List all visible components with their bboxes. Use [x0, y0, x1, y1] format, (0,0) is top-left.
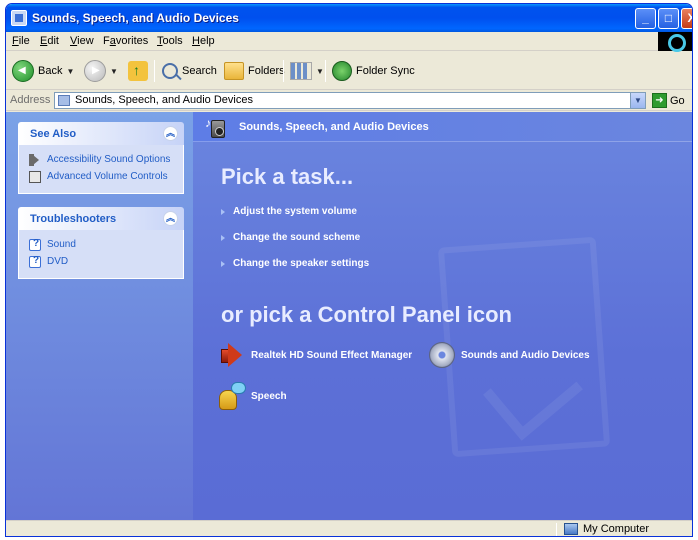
menu-view[interactable]: View — [70, 35, 94, 47]
views-icon — [290, 62, 312, 80]
icon-realtek-hd-sound[interactable]: Realtek HD Sound Effect Manager — [219, 342, 412, 368]
toolbar-separator — [325, 60, 326, 82]
help-icon — [29, 238, 41, 251]
toolbar: Back ▼ ▼ Search Folders ▼ Folder Sync — [6, 52, 692, 90]
volume-control-icon — [29, 170, 41, 183]
address-dropdown-icon[interactable]: ▼ — [630, 93, 645, 108]
forward-button[interactable]: ▼ — [84, 59, 118, 83]
search-button[interactable]: Search — [162, 59, 217, 83]
menu-help[interactable]: Help — [192, 35, 215, 47]
category-header: ♪ Sounds, Speech, and Audio Devices — [193, 112, 692, 142]
folder-sync-label: Folder Sync — [356, 65, 415, 77]
speaker-box-icon — [211, 120, 225, 138]
see-also-panel: See Also ︽ Accessibility Sound Options A… — [18, 122, 184, 194]
category-title: Sounds, Speech, and Audio Devices — [239, 121, 429, 133]
address-input[interactable]: Sounds, Speech, and Audio Devices ▼ — [54, 92, 646, 109]
menu-favorites[interactable]: Favorites — [103, 35, 148, 47]
collapse-chevron-icon[interactable]: ︽ — [163, 211, 178, 226]
task-arrow-icon — [221, 234, 225, 241]
toolbar-separator — [154, 60, 155, 82]
go-label: Go — [670, 94, 685, 107]
my-computer-icon — [564, 523, 578, 535]
folder-sync-button[interactable]: Folder Sync — [332, 59, 415, 83]
content-area: See Also ︽ Accessibility Sound Options A… — [6, 112, 692, 520]
windows-logo-icon — [658, 32, 692, 52]
minimize-button[interactable]: _ — [635, 8, 656, 29]
go-button[interactable]: ➜ Go — [652, 93, 685, 108]
control-panel-icon — [11, 10, 27, 26]
address-label: Address — [10, 94, 51, 106]
status-bar: My Computer — [6, 520, 692, 536]
folders-button[interactable]: Folders — [224, 59, 285, 83]
back-dropdown-icon[interactable]: ▼ — [66, 67, 74, 76]
status-separator — [556, 523, 557, 536]
folder-up-icon — [128, 61, 148, 81]
help-icon — [29, 255, 41, 268]
task-change-speaker-settings[interactable]: Change the speaker settings — [221, 258, 369, 269]
control-panel-icon — [58, 95, 70, 106]
menu-edit[interactable]: Edit — [40, 35, 59, 47]
forward-dropdown-icon[interactable]: ▼ — [110, 67, 118, 76]
task-arrow-icon — [221, 260, 225, 267]
sound-category-icon: ♪ — [205, 116, 227, 140]
folders-label: Folders — [248, 65, 285, 77]
explorer-window: Sounds, Speech, and Audio Devices _ □ X … — [5, 3, 693, 537]
see-also-body: Accessibility Sound Options Advanced Vol… — [18, 145, 184, 194]
menu-tools[interactable]: Tools — [157, 35, 183, 47]
status-zone: My Computer — [564, 523, 649, 535]
icon-sounds-audio-devices[interactable]: Sounds and Audio Devices — [429, 342, 590, 368]
close-button[interactable]: X — [681, 8, 692, 29]
folders-icon — [224, 62, 244, 80]
task-change-sound-scheme[interactable]: Change the sound scheme — [221, 232, 360, 243]
back-arrow-icon — [12, 60, 34, 82]
menu-bar: File Edit View Favorites Tools Help — [6, 32, 692, 52]
back-label: Back — [38, 65, 63, 77]
see-also-header[interactable]: See Also ︽ — [18, 122, 184, 145]
troubleshooters-title: Troubleshooters — [30, 213, 117, 225]
maximize-button[interactable]: □ — [658, 8, 679, 29]
troubleshooters-body: Sound DVD — [18, 230, 184, 279]
window-title: Sounds, Speech, and Audio Devices — [32, 11, 239, 25]
folder-sync-icon — [332, 61, 352, 81]
views-dropdown-icon: ▼ — [316, 66, 324, 76]
link-dvd-troubleshooter[interactable]: DVD — [29, 253, 183, 270]
task-adjust-volume[interactable]: Adjust the system volume — [221, 206, 357, 217]
forward-arrow-icon — [84, 60, 106, 82]
pick-icon-heading: or pick a Control Panel icon — [221, 302, 512, 327]
cd-icon — [429, 342, 455, 368]
pick-task-heading: Pick a task... — [221, 164, 354, 189]
troubleshooters-header[interactable]: Troubleshooters ︽ — [18, 207, 184, 230]
speaker-icon — [219, 342, 245, 368]
see-also-title: See Also — [30, 128, 77, 140]
menu-file[interactable]: File — [12, 35, 30, 47]
icon-speech[interactable]: Speech — [217, 382, 287, 410]
search-icon — [162, 63, 178, 79]
link-accessibility-sound-options[interactable]: Accessibility Sound Options — [29, 151, 183, 168]
title-bar[interactable]: Sounds, Speech, and Audio Devices _ □ X — [6, 4, 692, 32]
toolbar-separator — [283, 60, 284, 82]
collapse-chevron-icon[interactable]: ︽ — [163, 126, 178, 141]
category-pane: ♪ Sounds, Speech, and Audio Devices Pick… — [193, 112, 692, 520]
address-value: Sounds, Speech, and Audio Devices — [75, 94, 253, 106]
link-sound-troubleshooter[interactable]: Sound — [29, 236, 183, 253]
back-button[interactable]: Back ▼ — [12, 59, 74, 83]
link-advanced-volume-controls[interactable]: Advanced Volume Controls — [29, 168, 183, 185]
views-button[interactable]: ▼ — [290, 59, 324, 83]
task-arrow-icon — [221, 208, 225, 215]
speech-icon — [217, 382, 246, 410]
go-arrow-icon: ➜ — [652, 93, 667, 108]
troubleshooters-panel: Troubleshooters ︽ Sound DVD — [18, 207, 184, 279]
search-label: Search — [182, 65, 217, 77]
address-bar: Address Sounds, Speech, and Audio Device… — [6, 90, 692, 111]
speaker-icon — [29, 153, 41, 166]
up-button[interactable] — [128, 59, 148, 83]
task-pane: See Also ︽ Accessibility Sound Options A… — [6, 112, 193, 520]
